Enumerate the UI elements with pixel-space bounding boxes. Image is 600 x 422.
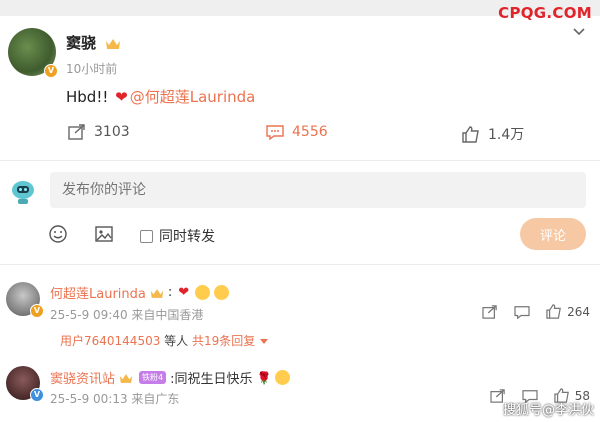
verified-badge-icon: V xyxy=(30,304,44,318)
comment-icon xyxy=(266,125,284,140)
thumbs-up-icon xyxy=(546,304,562,319)
replies-link[interactable]: 用户7640144503 等人 共19条回复 xyxy=(60,332,269,349)
share-button[interactable]: 3103 xyxy=(68,124,130,140)
checkbox-box[interactable] xyxy=(140,229,153,243)
share-count: 3103 xyxy=(94,124,130,140)
fan-level-badge: 铁粉4 xyxy=(139,371,167,384)
footer-watermark: 搜狐号@李洪伙 xyxy=(502,403,594,418)
comment-count: 4556 xyxy=(292,124,328,140)
heart-emoji: ❤ xyxy=(115,88,128,106)
share-icon xyxy=(68,124,85,140)
comment-meta: 25-5-9 09:40 来自中国香港 xyxy=(50,308,204,322)
post-author[interactable]: 窦骁 xyxy=(66,32,121,53)
image-icon[interactable] xyxy=(94,224,114,244)
rose-emoji-icon: 🌹 xyxy=(256,370,272,385)
like-button[interactable]: 1.4万 xyxy=(462,124,524,144)
thumbs-up-icon xyxy=(462,125,479,143)
crown-icon xyxy=(150,288,163,298)
reply-count[interactable]: 共19条回复 xyxy=(192,334,255,348)
crown-icon xyxy=(106,39,121,49)
post-text-prefix: Hbd!! xyxy=(66,88,109,106)
emoji-icon[interactable] xyxy=(48,224,68,244)
share-icon[interactable] xyxy=(482,304,498,319)
comment-like-count: 264 xyxy=(567,304,590,319)
post-author-name[interactable]: 窦骁 xyxy=(66,34,96,52)
comment-author[interactable]: 窦骁资讯站 xyxy=(50,368,115,387)
mention-link[interactable]: @何超莲Laurinda xyxy=(130,88,256,106)
comment-header: 何超莲Laurinda : ❤ xyxy=(50,283,230,302)
comment-icon[interactable] xyxy=(514,305,530,319)
repost-checkbox[interactable]: 同时转发 xyxy=(140,226,215,246)
submit-comment-button[interactable]: 评论 xyxy=(520,218,586,250)
comment-text: :同祝生日快乐 xyxy=(170,372,253,387)
repost-label: 同时转发 xyxy=(159,229,215,245)
current-user-avatar-icon xyxy=(12,181,34,204)
smile-emoji-icon xyxy=(214,285,230,300)
comment-like-button[interactable]: 264 xyxy=(546,304,590,319)
crown-icon xyxy=(119,373,133,383)
verified-badge-icon: V xyxy=(30,388,44,402)
heart-emoji: ❤ xyxy=(178,285,190,300)
reply-user[interactable]: 用户7640144503 xyxy=(60,334,160,348)
laugh-emoji-icon xyxy=(275,370,291,385)
post-timestamp: 10小时前 xyxy=(66,62,118,76)
comment-header: 窦骁资讯站 铁粉4 :同祝生日快乐 🌹 xyxy=(50,368,291,387)
comment-button[interactable]: 4556 xyxy=(266,124,328,140)
comment-author[interactable]: 何超莲Laurinda xyxy=(50,283,146,302)
kiss-emoji-icon xyxy=(195,285,211,300)
comment-meta: 25-5-9 00:13 来自广东 xyxy=(50,392,180,406)
caret-down-icon xyxy=(260,339,269,344)
divider xyxy=(0,160,600,161)
comment-text: : xyxy=(167,285,173,300)
divider xyxy=(0,264,600,265)
comment-input[interactable] xyxy=(50,172,586,208)
chevron-down-icon[interactable] xyxy=(572,26,586,38)
post-content: Hbd!! ❤ @何超莲Laurinda xyxy=(66,86,255,107)
site-watermark: CPQG.COM xyxy=(498,4,592,22)
verified-badge-icon: V xyxy=(44,64,58,78)
like-count: 1.4万 xyxy=(488,127,525,143)
comment-actions: 264 xyxy=(482,304,590,319)
reply-mid-text: 等人 xyxy=(160,334,192,348)
